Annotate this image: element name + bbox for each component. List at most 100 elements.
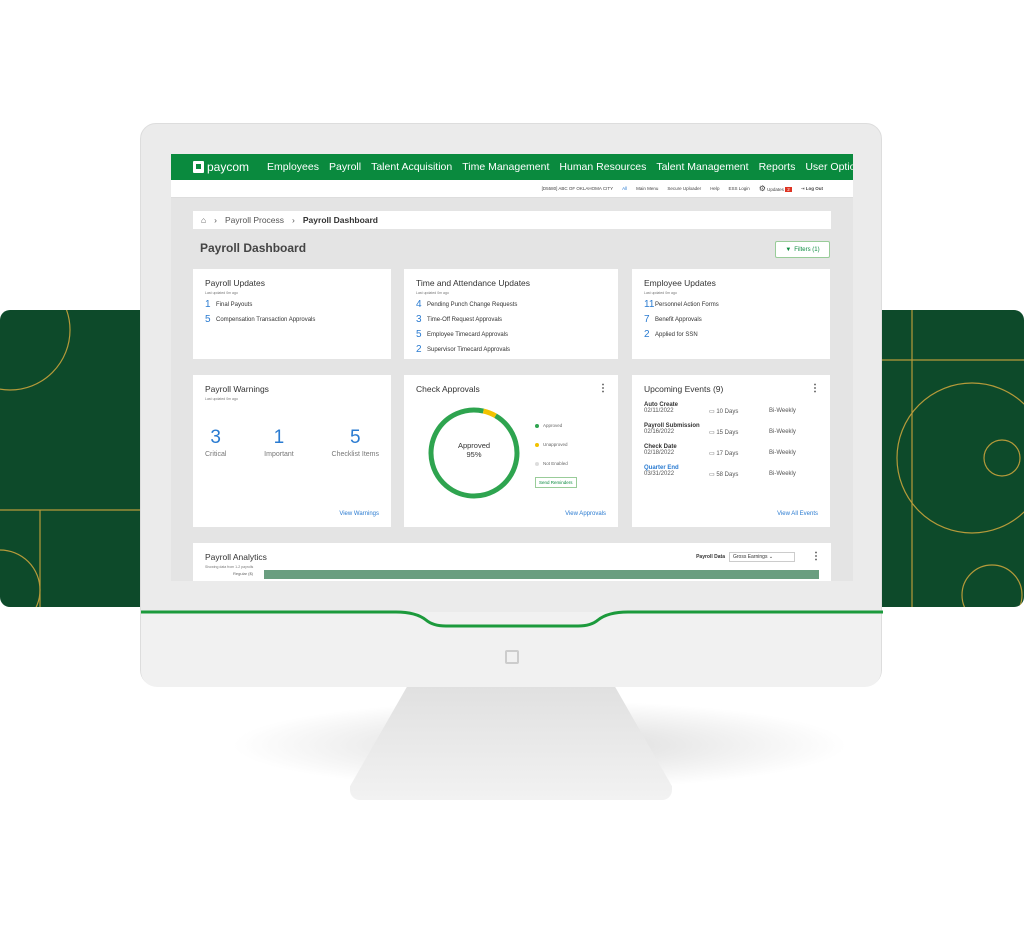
- last-updated: Last updated 0m ago: [205, 291, 238, 295]
- monitor-logo-icon: [505, 650, 519, 664]
- event-days: ▭ 15 Days: [709, 430, 739, 436]
- payroll-data-select[interactable]: Gross Earnings ⌄: [729, 552, 795, 562]
- nav-reports[interactable]: Reports: [759, 161, 796, 173]
- event-date: 02/18/2022: [644, 450, 675, 456]
- last-updated: Last updated 0m ago: [416, 291, 449, 295]
- payroll-updates-card: Payroll Updates Last updated 0m ago 1 Fin…: [193, 269, 391, 359]
- nav-time-management[interactable]: Time Management: [462, 161, 549, 173]
- update-label: Employee Timecard Approvals: [427, 331, 509, 338]
- calendar-icon: ▭: [709, 430, 715, 436]
- decorative-panel-right: [872, 310, 1024, 607]
- logout-link[interactable]: ⇥ Log Out: [801, 186, 823, 192]
- update-item[interactable]: 5 Compensation Transaction Approvals: [205, 314, 379, 325]
- ess-login-link[interactable]: ESS Login: [728, 186, 749, 191]
- company-selector[interactable]: [D5580] ABC OF OKLAHOMA CITY: [542, 186, 614, 191]
- update-item[interactable]: 4 Pending Punch Change Requests: [416, 299, 606, 310]
- event-days: ▭ 10 Days: [709, 409, 739, 415]
- card-title: Check Approvals: [416, 384, 480, 394]
- event-frequency: Bi-Weekly: [769, 408, 796, 414]
- upcoming-events-card: Upcoming Events (9) ⋮ Auto Create 02/11/2…: [632, 375, 830, 527]
- update-item[interactable]: 1 Final Payouts: [205, 299, 379, 310]
- update-item[interactable]: 2 Applied for SSN: [644, 329, 818, 340]
- event-item: Check Date 02/18/2022 ▭ 17 Days Bi-Weekly: [644, 444, 818, 457]
- time-attendance-updates-card: Time and Attendance Updates Last updated…: [404, 269, 618, 359]
- calendar-icon: ▭: [709, 451, 715, 457]
- nav-payroll[interactable]: Payroll: [329, 161, 361, 173]
- card-title: Time and Attendance Updates: [416, 278, 531, 288]
- updates-link[interactable]: ⚙ Updates 2: [759, 184, 792, 193]
- breadcrumb-payroll-process[interactable]: Payroll Process: [225, 215, 284, 225]
- payroll-warnings-card: Payroll Warnings Last updated 0m ago 3 Cr…: [193, 375, 391, 527]
- view-warnings-link[interactable]: View Warnings: [339, 511, 379, 517]
- donut-center-label: Approved 95%: [457, 441, 491, 459]
- more-options-icon[interactable]: ⋮: [811, 551, 821, 562]
- update-item[interactable]: 3 Time-Off Request Approvals: [416, 314, 606, 325]
- payroll-data-label: Payroll Data: [696, 554, 725, 560]
- logout-icon: ⇥: [800, 185, 805, 191]
- breadcrumb-current: Payroll Dashboard: [302, 215, 378, 225]
- view-approvals-link[interactable]: View Approvals: [565, 511, 606, 517]
- update-count: 3: [416, 314, 422, 325]
- last-updated: Last updated 0m ago: [205, 397, 238, 401]
- update-item[interactable]: 7 Benefit Approvals: [644, 314, 818, 325]
- view-all-events-link[interactable]: View All Events: [777, 511, 818, 517]
- analytics-subtitle: Showing data from 1-2 payrolls: [205, 565, 254, 569]
- update-label: Benefit Approvals: [655, 316, 702, 323]
- warning-important[interactable]: 1 Important: [264, 427, 294, 458]
- update-label: Personnel Action Forms: [655, 301, 719, 308]
- not-enabled-dot-icon: [535, 461, 539, 466]
- filter-icon: ▼: [785, 246, 792, 253]
- nav-human-resources[interactable]: Human Resources: [559, 161, 646, 173]
- more-options-icon[interactable]: ⋮: [598, 383, 608, 394]
- update-item[interactable]: 2 Supervisor Timecard Approvals: [416, 344, 606, 355]
- payroll-analytics-card: Payroll Analytics Showing data from 1-2 …: [193, 543, 831, 581]
- screen: paycom Employees Payroll Talent Acquisit…: [171, 154, 853, 581]
- warning-critical[interactable]: 3 Critical: [205, 427, 226, 458]
- filters-button[interactable]: ▼ Filters (1): [775, 241, 830, 258]
- gear-icon: ⚙: [758, 184, 766, 193]
- update-item[interactable]: 5 Employee Timecard Approvals: [416, 329, 606, 340]
- update-label: Supervisor Timecard Approvals: [427, 346, 511, 353]
- home-icon[interactable]: ⌂: [201, 215, 206, 225]
- update-count: 2: [644, 329, 650, 340]
- page-title: Payroll Dashboard: [200, 241, 307, 255]
- update-label: Time-Off Request Approvals: [427, 316, 503, 323]
- all-link[interactable]: All: [622, 186, 627, 191]
- card-title: Employee Updates: [644, 278, 716, 288]
- nav-talent-management[interactable]: Talent Management: [656, 161, 748, 173]
- top-nav: paycom Employees Payroll Talent Acquisit…: [171, 154, 853, 180]
- update-count: 1: [205, 299, 211, 310]
- monitor-stand: [350, 685, 672, 800]
- secure-uploader-link[interactable]: Secure Uploader: [667, 186, 701, 191]
- send-reminders-button[interactable]: Send Reminders: [535, 477, 577, 488]
- nav-employees[interactable]: Employees: [267, 161, 319, 173]
- event-frequency: Bi-Weekly: [769, 429, 796, 435]
- event-frequency: Bi-Weekly: [769, 450, 796, 456]
- update-count: 5: [205, 314, 211, 325]
- update-count: 11: [644, 299, 655, 310]
- event-date: 03/31/2022: [644, 471, 675, 477]
- help-link[interactable]: Help: [710, 186, 719, 191]
- nav-user-options[interactable]: User Options: [805, 161, 853, 173]
- calendar-icon: ▭: [709, 409, 715, 415]
- main-menu-link[interactable]: Main Menu: [636, 186, 658, 191]
- approved-dot-icon: [535, 423, 539, 428]
- check-approvals-card: Check Approvals ⋮ Approved 95% Approved U…: [404, 375, 618, 527]
- calendar-icon: ▭: [709, 472, 715, 478]
- monitor-chin: [141, 610, 883, 687]
- update-item[interactable]: 11 Personnel Action Forms: [644, 299, 818, 310]
- event-item: Auto Create 02/11/2022 ▭ 10 Days Bi-Weekly: [644, 402, 818, 415]
- event-frequency: Bi-Weekly: [769, 471, 796, 477]
- unapproved-dot-icon: [535, 442, 539, 447]
- employee-updates-card: Employee Updates Last updated 0m ago 11 P…: [632, 269, 830, 359]
- warning-checklist[interactable]: 5 Checklist Items: [332, 427, 379, 458]
- card-title: Payroll Warnings: [205, 384, 269, 394]
- event-date: 02/16/2022: [644, 429, 675, 435]
- update-label: Final Payouts: [216, 301, 253, 308]
- updates-badge: 2: [785, 187, 792, 192]
- more-options-icon[interactable]: ⋮: [810, 383, 820, 394]
- nav-talent-acquisition[interactable]: Talent Acquisition: [371, 161, 452, 173]
- monitor: paycom Employees Payroll Talent Acquisit…: [140, 123, 883, 687]
- paycom-logo[interactable]: paycom: [193, 160, 249, 174]
- card-title: Payroll Updates: [205, 278, 266, 288]
